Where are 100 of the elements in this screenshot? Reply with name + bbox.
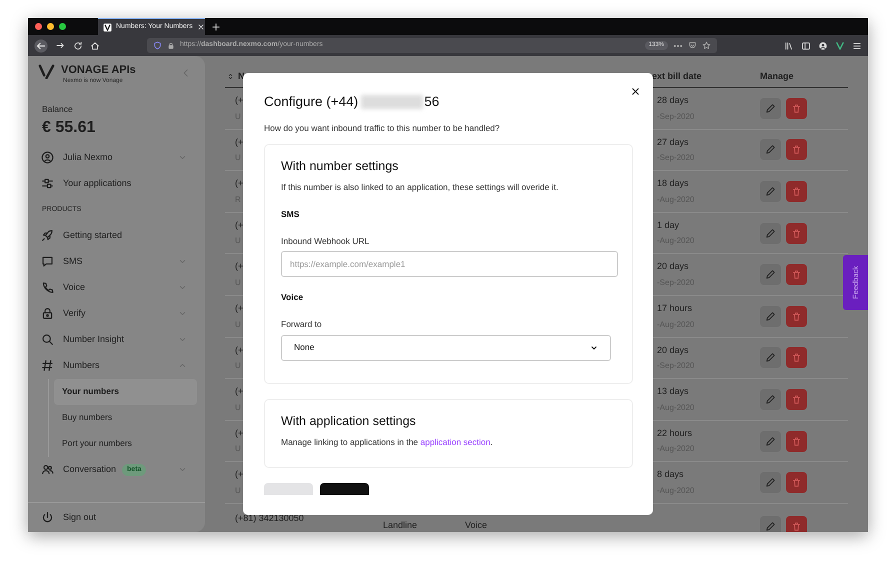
pencil-icon xyxy=(765,310,776,322)
phone-number: (+ xyxy=(235,177,244,190)
number-feature: Voice xyxy=(465,518,488,532)
trash-icon xyxy=(791,310,802,322)
power-icon xyxy=(41,511,54,524)
modal-title: Configure (+44) xyxy=(264,93,358,111)
menu-icon[interactable] xyxy=(852,40,862,50)
card-heading: With number settings xyxy=(281,159,400,174)
next-bill-time: 20 days xyxy=(657,344,689,357)
next-bill-time: 1 day xyxy=(657,218,680,232)
edit-button[interactable] xyxy=(760,264,781,286)
sidebar-item[interactable]: SMS xyxy=(28,248,205,275)
trash-icon xyxy=(791,352,802,364)
phone-number: (+ xyxy=(235,302,244,316)
pocket-icon[interactable] xyxy=(688,41,697,50)
phone-number: (+ xyxy=(235,468,244,482)
application-section-link[interactable]: application section xyxy=(420,436,490,447)
pencil-icon xyxy=(765,102,776,114)
edit-button[interactable] xyxy=(760,180,781,202)
pencil-icon xyxy=(765,436,776,447)
phone-number: (+ xyxy=(235,344,244,357)
next-bill-time: 13 days xyxy=(657,385,689,398)
home-icon[interactable] xyxy=(90,40,100,50)
select-field[interactable]: None xyxy=(281,334,611,361)
hash-icon xyxy=(41,359,54,372)
phone-number: (+ xyxy=(235,94,244,108)
sidebar-item[interactable]: Getting started xyxy=(28,222,205,249)
plus-icon[interactable] xyxy=(211,22,221,32)
phone-number: (+ xyxy=(235,136,244,149)
sidebar-item[interactable]: Your applications xyxy=(28,170,205,197)
primary-button[interactable] xyxy=(320,482,369,494)
sidebar-item[interactable]: Voice xyxy=(28,274,205,301)
next-bill-time: 22 hours xyxy=(657,426,692,440)
user-icon xyxy=(41,151,54,164)
section-heading: SMS xyxy=(281,208,300,220)
sidebar-item[interactable]: Number Insight xyxy=(28,326,205,353)
edit-button[interactable] xyxy=(760,98,781,119)
trash-icon xyxy=(791,436,802,447)
next-bill-time: 18 days xyxy=(657,177,689,190)
back-icon[interactable] xyxy=(34,38,48,52)
reload-icon[interactable] xyxy=(73,40,83,50)
account-icon[interactable] xyxy=(818,40,828,50)
edit-button[interactable] xyxy=(760,347,781,368)
forward-icon[interactable] xyxy=(55,40,66,51)
sidebar-icon[interactable] xyxy=(801,40,811,50)
trash-icon xyxy=(791,144,802,156)
sort-icon[interactable] xyxy=(227,73,234,80)
edit-button[interactable] xyxy=(760,222,781,244)
chevron-down-icon xyxy=(590,344,598,352)
modal-subtitle: How do you want inbound traffic to this number to be handled? xyxy=(264,122,501,135)
sidebar-subitem[interactable]: Buy numbers xyxy=(54,404,197,431)
trash-icon xyxy=(791,102,802,114)
pencil-icon xyxy=(765,352,776,364)
search-icon xyxy=(41,333,54,346)
extension-icon[interactable] xyxy=(835,40,845,50)
phone-number: (+ xyxy=(235,426,244,440)
trash-icon xyxy=(791,228,802,239)
sign-out-link[interactable]: Sign out xyxy=(28,502,205,532)
balance-amount: € 55.61 xyxy=(42,118,96,137)
pencil-icon xyxy=(765,228,776,239)
pencil-icon xyxy=(765,269,776,280)
edit-button[interactable] xyxy=(760,472,781,494)
phone-number: (+ xyxy=(235,218,244,232)
trash-icon xyxy=(791,186,802,197)
bookmark-star-icon[interactable] xyxy=(702,41,711,50)
sidebar-subitem[interactable]: Your numbers xyxy=(54,378,197,405)
close-button[interactable] xyxy=(630,86,641,97)
field-label: Inbound Webhook URL xyxy=(281,234,370,248)
trash-icon xyxy=(791,269,802,280)
card-description: Manage linking to applications in the application section. xyxy=(281,436,494,448)
column-header: Manage xyxy=(760,70,794,83)
next-bill-time: 27 days xyxy=(657,136,689,149)
phone-icon xyxy=(41,281,54,294)
rocket-icon xyxy=(41,229,54,242)
edit-button[interactable] xyxy=(760,430,781,452)
close-icon xyxy=(630,86,641,97)
edit-button[interactable] xyxy=(760,388,781,410)
lock-icon xyxy=(41,307,54,320)
balance-label: Balance xyxy=(42,103,74,116)
card-description: If this number is also linked to an application, these settings will overide it. xyxy=(281,181,560,194)
brand-name: VONAGE APIs xyxy=(61,64,137,77)
sidebar-item[interactable]: Julia Nexmo xyxy=(28,144,205,171)
trash-icon xyxy=(791,394,802,405)
chat-bubble-icon xyxy=(41,255,54,268)
edit-button[interactable] xyxy=(760,139,781,160)
sidebar-item[interactable]: Verify xyxy=(28,300,205,327)
phone-number: (+81) 342130050 xyxy=(235,512,304,525)
library-icon[interactable] xyxy=(784,40,794,50)
site-logo-icon xyxy=(103,22,112,32)
edit-button[interactable] xyxy=(760,306,781,327)
close-icon[interactable] xyxy=(196,23,205,31)
logo-icon xyxy=(38,64,55,79)
sidebar-subitem[interactable]: Port your numbers xyxy=(54,430,197,457)
input-field[interactable]: https://example.com/example1 xyxy=(281,251,618,278)
sidebar-item[interactable]: Numbers xyxy=(28,352,205,379)
field-label: Forward to xyxy=(281,318,323,331)
modal-title-suffix: 56 xyxy=(424,93,440,111)
lock-icon xyxy=(167,42,175,50)
trash-icon xyxy=(791,520,802,532)
edit-button[interactable] xyxy=(760,516,781,532)
